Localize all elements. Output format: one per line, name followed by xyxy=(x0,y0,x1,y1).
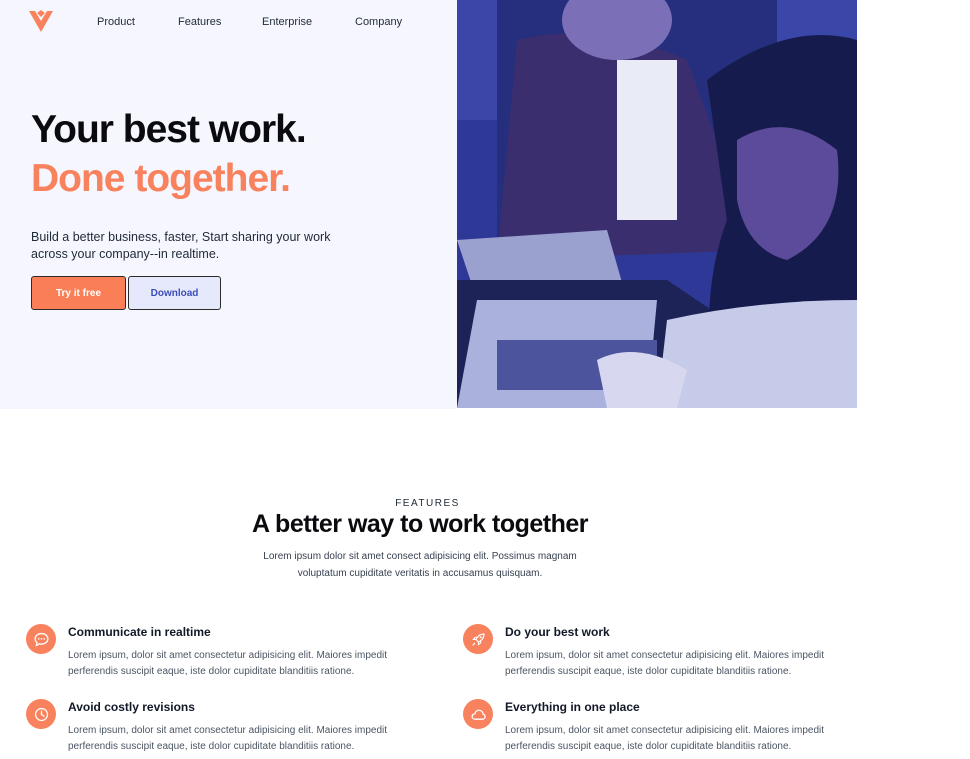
feature-description: Lorem ipsum, dolor sit amet consectetur … xyxy=(505,650,825,677)
feature-title: Everything in one place xyxy=(505,700,640,714)
hero-headline: Your best work. xyxy=(31,108,307,151)
section-eyebrow: FEATURES xyxy=(395,498,460,509)
nav-item-enterprise[interactable]: Enterprise xyxy=(262,16,312,28)
nav-item-product[interactable]: Product xyxy=(97,16,135,28)
try-free-button[interactable]: Try it free xyxy=(31,276,126,310)
feature-title: Avoid costly revisions xyxy=(68,700,195,714)
feature-description: Lorem ipsum, dolor sit amet consectetur … xyxy=(68,650,388,677)
hero-description: Build a better business, faster, Start s… xyxy=(31,230,331,261)
hero-headline-accent: Done together. xyxy=(31,157,291,200)
feature-title: Communicate in realtime xyxy=(68,625,211,639)
chevron-logo-icon[interactable] xyxy=(28,9,54,33)
section-description: Lorem ipsum dolor sit amet consect adipi… xyxy=(263,551,577,579)
download-button[interactable]: Download xyxy=(128,276,221,310)
hero-section xyxy=(0,0,457,409)
feature-description: Lorem ipsum, dolor sit amet consectetur … xyxy=(505,725,825,752)
clock-icon xyxy=(26,699,56,729)
nav-item-company[interactable]: Company xyxy=(355,16,402,28)
nav-item-features[interactable]: Features xyxy=(178,16,221,28)
feature-description: Lorem ipsum, dolor sit amet consectetur … xyxy=(68,725,388,752)
feature-title: Do your best work xyxy=(505,625,610,639)
section-title: A better way to work together xyxy=(251,510,589,538)
cloud-icon xyxy=(463,699,493,729)
hero-image xyxy=(457,0,857,408)
rocket-icon xyxy=(463,624,493,654)
chat-bubble-icon xyxy=(26,624,56,654)
team-working-photo xyxy=(457,0,857,408)
